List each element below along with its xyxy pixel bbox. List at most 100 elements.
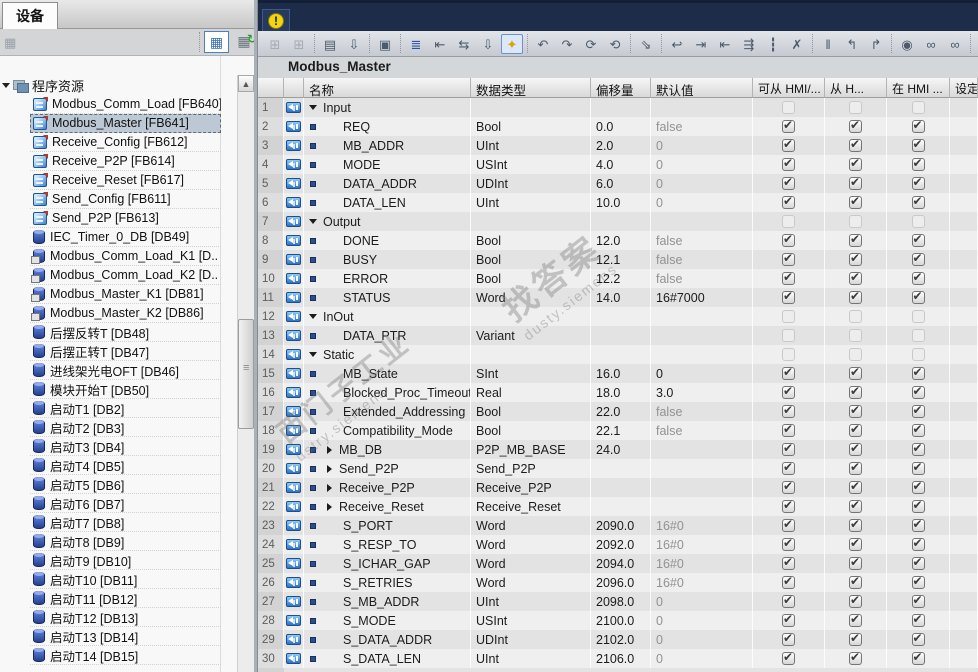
- hmi-visible-checkbox[interactable]: [911, 365, 925, 380]
- tree-item[interactable]: 启动T6 [DB7]: [30, 494, 221, 513]
- name-cell[interactable]: Receive_P2P: [304, 478, 471, 497]
- hmi-writable-checkbox[interactable]: [849, 156, 862, 171]
- data-type-cell[interactable]: UInt: [471, 193, 591, 212]
- default-value-cell[interactable]: 16#0: [651, 573, 753, 592]
- tab-devices[interactable]: 设备: [2, 2, 58, 29]
- hmi-accessible-checkbox[interactable]: [782, 460, 795, 475]
- hmi-accessible-checkbox[interactable]: [782, 517, 795, 532]
- hmi-writable-checkbox[interactable]: [849, 479, 862, 494]
- name-cell[interactable]: S_DATA_LEN: [304, 649, 471, 668]
- jump-back-icon[interactable]: ↰: [841, 34, 863, 54]
- hmi-writable-checkbox[interactable]: [849, 232, 862, 247]
- data-type-cell[interactable]: Word: [471, 288, 591, 307]
- default-value-cell[interactable]: [651, 497, 753, 516]
- hmi-writable-checkbox[interactable]: [849, 536, 862, 551]
- hmi-accessible-checkbox[interactable]: [782, 498, 795, 513]
- hmi-writable-checkbox[interactable]: [849, 137, 862, 152]
- tree-item[interactable]: 启动T11 [DB12]: [30, 589, 221, 608]
- hmi-visible-checkbox[interactable]: [911, 384, 925, 399]
- default-value-cell[interactable]: false: [651, 421, 753, 440]
- tree-item[interactable]: 后摆反转T [DB48]: [30, 323, 221, 342]
- load-start-values-icon[interactable]: ⇩: [477, 34, 499, 54]
- hmi-writable-checkbox[interactable]: [849, 593, 862, 608]
- default-value-cell[interactable]: [651, 459, 753, 478]
- tree-item[interactable]: 启动T10 [DB11]: [30, 570, 221, 589]
- name-cell[interactable]: Blocked_Proc_Timeout: [304, 383, 471, 402]
- data-type-cell[interactable]: Word: [471, 554, 591, 573]
- data-type-cell[interactable]: Receive_P2P: [471, 478, 591, 497]
- outdent-row-icon[interactable]: ⇤: [714, 34, 736, 54]
- data-type-cell[interactable]: USInt: [471, 611, 591, 630]
- monitor-all-icon[interactable]: ∞: [920, 34, 942, 54]
- name-cell[interactable]: MB_State: [304, 364, 471, 383]
- data-type-cell[interactable]: [471, 98, 591, 117]
- column-header[interactable]: 默认值: [651, 78, 753, 98]
- name-cell[interactable]: Input: [304, 98, 471, 117]
- hmi-accessible-checkbox[interactable]: [782, 536, 795, 551]
- hmi-accessible-checkbox[interactable]: [782, 289, 795, 304]
- data-type-cell[interactable]: Word: [471, 573, 591, 592]
- tree-item[interactable]: Modbus_Comm_Load [FB640]: [30, 95, 221, 114]
- delete-row-icon[interactable]: ✗: [786, 34, 808, 54]
- column-header[interactable]: 从 H...: [825, 78, 887, 98]
- tree-item[interactable]: IEC_Timer_0_DB [DB49]: [30, 228, 221, 247]
- tree-item[interactable]: Receive_P2P [FB614]: [30, 152, 221, 171]
- hmi-accessible-checkbox[interactable]: [782, 612, 795, 627]
- tree-item[interactable]: 进线架光电OFT [DB46]: [30, 361, 221, 380]
- default-value-cell[interactable]: [651, 440, 753, 459]
- default-value-cell[interactable]: 0: [651, 193, 753, 212]
- hmi-visible-checkbox[interactable]: [911, 289, 925, 304]
- data-type-cell[interactable]: Receive_Reset: [471, 497, 591, 516]
- hmi-visible-checkbox[interactable]: [911, 156, 925, 171]
- default-value-cell[interactable]: [651, 478, 753, 497]
- default-value-cell[interactable]: 16#0: [651, 516, 753, 535]
- detail-view-button[interactable]: ▦: [204, 31, 229, 53]
- name-cell[interactable]: BUSY: [304, 250, 471, 269]
- section-collapse-icon[interactable]: [309, 219, 317, 224]
- scroll-up-button[interactable]: ▲: [238, 75, 254, 92]
- refresh-block-icon[interactable]: ⟳: [580, 34, 602, 54]
- tree-item[interactable]: Modbus_Master_K1 [DB81]: [30, 285, 221, 304]
- default-value-cell[interactable]: 16#0: [651, 554, 753, 573]
- data-type-cell[interactable]: UInt: [471, 136, 591, 155]
- name-cell[interactable]: STATUS: [304, 288, 471, 307]
- name-cell[interactable]: MODE: [304, 155, 471, 174]
- tree-item[interactable]: Receive_Config [FB612]: [30, 133, 221, 152]
- scrollbar-thumb[interactable]: [238, 319, 254, 429]
- hmi-accessible-checkbox[interactable]: [782, 232, 795, 247]
- hmi-accessible-checkbox[interactable]: [782, 403, 795, 418]
- tree-item[interactable]: 启动T2 [DB3]: [30, 418, 221, 437]
- hmi-visible-checkbox[interactable]: [911, 270, 925, 285]
- hmi-writable-checkbox[interactable]: [849, 251, 862, 266]
- data-type-cell[interactable]: [471, 345, 591, 364]
- hmi-accessible-checkbox[interactable]: [782, 593, 795, 608]
- name-cell[interactable]: S_RETRIES: [304, 573, 471, 592]
- default-value-cell[interactable]: false: [651, 117, 753, 136]
- hmi-accessible-checkbox[interactable]: [782, 118, 795, 133]
- hmi-writable-checkbox[interactable]: [849, 574, 862, 589]
- sort-order-icon[interactable]: ⇘: [635, 34, 657, 54]
- name-cell[interactable]: DATA_LEN: [304, 193, 471, 212]
- hmi-visible-checkbox[interactable]: [911, 650, 925, 665]
- name-cell[interactable]: S_MB_ADDR: [304, 592, 471, 611]
- data-type-cell[interactable]: Bool: [471, 117, 591, 136]
- hmi-accessible-checkbox[interactable]: [782, 422, 795, 437]
- default-value-cell[interactable]: [651, 307, 753, 326]
- default-value-cell[interactable]: false: [651, 402, 753, 421]
- pause-monitoring-icon[interactable]: ‖: [817, 34, 839, 54]
- hmi-writable-checkbox[interactable]: [849, 422, 862, 437]
- hmi-accessible-checkbox[interactable]: [782, 175, 795, 190]
- tree-item[interactable]: 模块开始T [DB50]: [30, 380, 221, 399]
- tree-item[interactable]: 启动T3 [DB4]: [30, 437, 221, 456]
- hmi-writable-checkbox[interactable]: [849, 612, 862, 627]
- name-cell[interactable]: Send_P2P: [304, 459, 471, 478]
- tree-item[interactable]: Send_Config [FB611]: [30, 190, 221, 209]
- default-value-cell[interactable]: false: [651, 231, 753, 250]
- hmi-writable-checkbox[interactable]: [849, 460, 862, 475]
- tree-item[interactable]: Send_P2P [FB613]: [30, 209, 221, 228]
- keep-actual-values-icon[interactable]: ▣: [374, 34, 396, 54]
- default-value-cell[interactable]: 0: [651, 649, 753, 668]
- name-cell[interactable]: DONE: [304, 231, 471, 250]
- hmi-writable-checkbox[interactable]: [849, 289, 862, 304]
- section-collapse-icon[interactable]: [309, 314, 317, 319]
